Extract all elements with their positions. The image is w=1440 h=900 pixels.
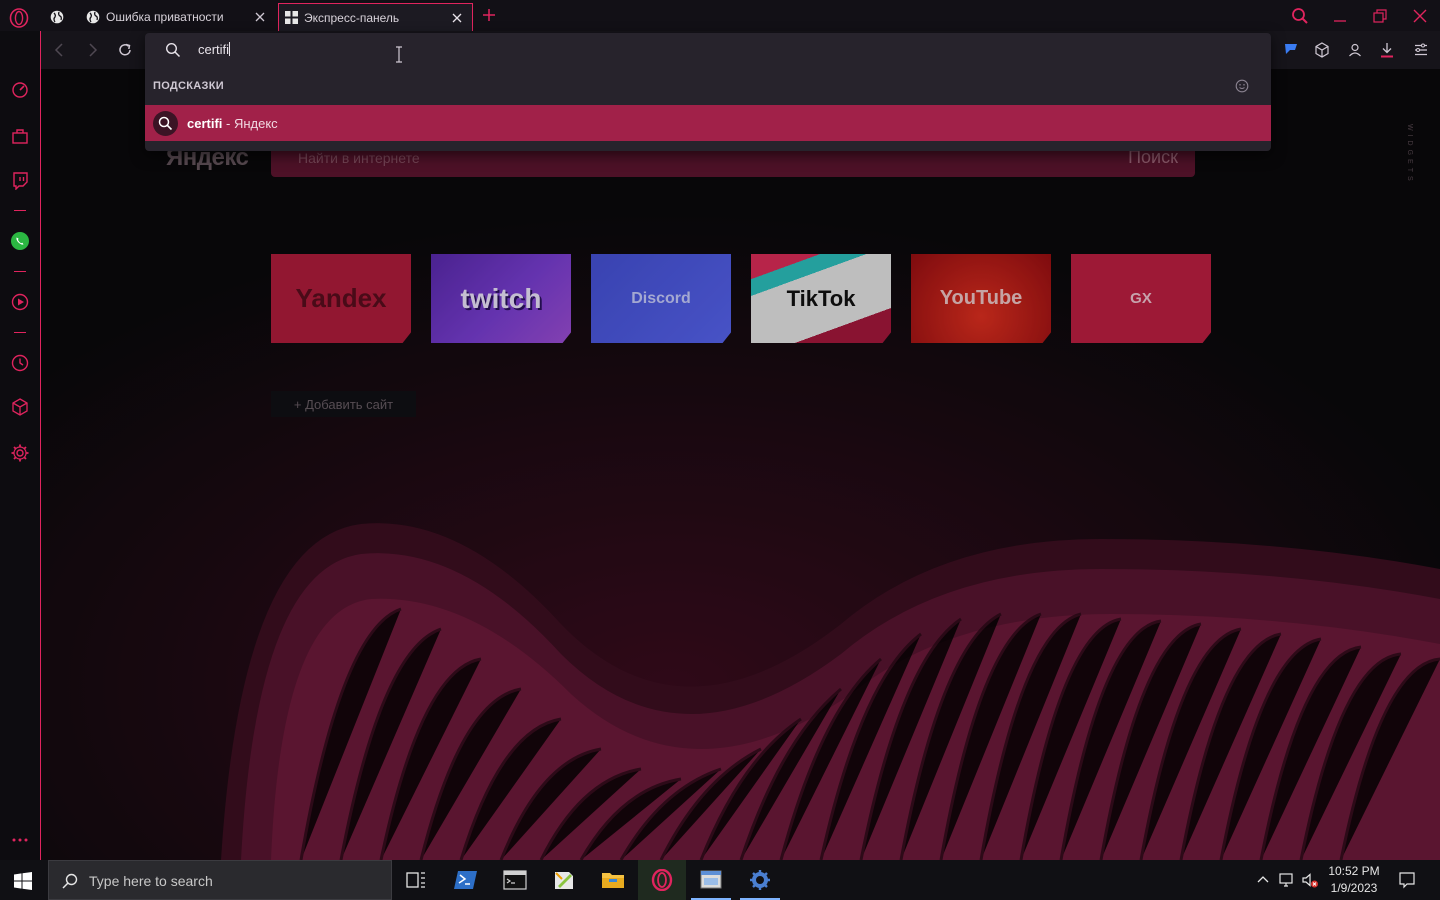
- tab-title: Экспресс-панель: [304, 10, 400, 25]
- speed-dial-page: Яндекс Найти в интернете Поиск WIDGETS Y…: [41, 69, 1440, 860]
- address-input[interactable]: certifi: [145, 33, 1271, 69]
- reload-icon[interactable]: [116, 41, 134, 59]
- speed-dial-tiktok[interactable]: TikTok: [751, 254, 891, 343]
- sidebar-separator: [14, 332, 26, 333]
- gx-control-icon[interactable]: [10, 80, 30, 100]
- taskbar-file-explorer[interactable]: [589, 860, 637, 900]
- widgets-label[interactable]: WIDGETS: [1399, 124, 1413, 224]
- suggestion-source: - Яндекс: [222, 116, 278, 131]
- taskbar-search-box[interactable]: Type here to search: [48, 860, 392, 900]
- search-icon: [158, 116, 173, 131]
- taskbar-settings[interactable]: [736, 860, 784, 900]
- download-icon[interactable]: [1378, 41, 1396, 59]
- tab-privacy-error[interactable]: Ошибка приватности: [80, 3, 275, 31]
- settings-gear-icon: [750, 870, 770, 890]
- history-icon[interactable]: [10, 353, 30, 373]
- powershell-icon: [454, 871, 477, 889]
- speed-dial-twitch[interactable]: twitch: [431, 254, 571, 343]
- twitch-icon[interactable]: [10, 170, 30, 190]
- opera-gx-icon: [651, 869, 673, 891]
- back-icon[interactable]: [51, 41, 69, 59]
- globe-icon: [86, 10, 100, 24]
- clock-time: 10:52 PM: [1328, 864, 1380, 878]
- close-tab-icon[interactable]: [450, 11, 464, 25]
- sidebar-separator: [14, 210, 26, 211]
- speed-dial-label: Discord: [631, 289, 691, 307]
- wallpaper-wave: [41, 69, 1440, 860]
- speed-dial-yandex[interactable]: Yandex: [271, 254, 411, 343]
- tab-title: Ошибка приватности: [106, 10, 224, 24]
- address-input-text: certifi: [198, 42, 231, 57]
- taskbar-terminal[interactable]: [491, 860, 539, 900]
- extensions-cube-icon[interactable]: [10, 397, 30, 417]
- search-icon: [165, 42, 181, 58]
- speed-dial-label: Yandex: [295, 283, 387, 313]
- taskbar-clock[interactable]: 10:52 PM 1/9/2023: [1322, 863, 1386, 897]
- speed-dial-label: YouTube: [939, 287, 1023, 309]
- suggestion-item[interactable]: certifi - Яндекс: [145, 105, 1271, 141]
- speed-dial-label: twitch: [460, 282, 542, 314]
- sidebar-separator: [14, 271, 26, 272]
- easy-setup-icon[interactable]: [1412, 41, 1430, 59]
- add-site-button[interactable]: + Добавить сайт: [271, 391, 416, 417]
- search-tabs-icon[interactable]: [1290, 6, 1310, 26]
- close-window-icon[interactable]: [1410, 6, 1430, 26]
- windows-start-icon[interactable]: [14, 872, 32, 890]
- volume-muted-icon[interactable]: [1301, 871, 1319, 889]
- minimize-icon[interactable]: [1330, 6, 1350, 26]
- search-icon: [62, 873, 78, 889]
- task-view-button[interactable]: [392, 860, 440, 900]
- taskbar-window-manager[interactable]: [687, 860, 735, 900]
- forward-icon[interactable]: [83, 41, 101, 59]
- suggestions-header: ПОДСКАЗКИ: [153, 80, 224, 92]
- player-icon[interactable]: [10, 292, 30, 312]
- tab-bar: Ошибка приватности Экспресс-панель: [0, 0, 1440, 31]
- speed-dial-label: TikTok: [786, 285, 856, 311]
- speed-dial-discord[interactable]: Discord: [591, 254, 731, 343]
- speed-dial-label: GX: [1130, 290, 1152, 307]
- notifications-icon[interactable]: [1398, 871, 1416, 889]
- chevron-up-icon[interactable]: [1254, 871, 1272, 889]
- new-tab-icon[interactable]: [480, 6, 498, 24]
- whatsapp-icon[interactable]: [10, 231, 30, 251]
- omnibox-dropdown: certifi ПОДСКАЗКИ certifi - Яндекс: [145, 33, 1271, 151]
- ibeam-cursor-icon: [396, 46, 402, 63]
- settings-gear-icon[interactable]: [10, 443, 30, 463]
- taskbar-notepad-plus[interactable]: [540, 860, 588, 900]
- cube-icon[interactable]: [1313, 41, 1331, 59]
- profile-icon[interactable]: [1346, 41, 1364, 59]
- speed-dial-gx-store[interactable]: GX: [1071, 254, 1211, 343]
- smiley-icon[interactable]: [1235, 79, 1249, 93]
- speed-dial-youtube[interactable]: YouTube: [911, 254, 1051, 343]
- taskbar-opera-gx[interactable]: [638, 860, 686, 900]
- clock-date: 1/9/2023: [1330, 881, 1378, 895]
- grid-icon: [285, 11, 298, 24]
- bag-icon[interactable]: [10, 126, 30, 146]
- task-view-icon: [406, 872, 425, 888]
- suggestion-query: certifi: [187, 116, 223, 131]
- text-caret: [229, 42, 231, 56]
- more-dots-icon[interactable]: [10, 830, 30, 850]
- tab-pinned[interactable]: [45, 3, 75, 31]
- sidebar: [0, 31, 41, 860]
- close-tab-icon[interactable]: [253, 10, 267, 24]
- suggestion-icon-wrap: [153, 111, 178, 136]
- suggestion-text: certifi - Яндекс: [187, 116, 278, 131]
- notepad-plus-icon: [555, 872, 573, 889]
- address-query: certifi: [198, 42, 230, 57]
- globe-icon: [50, 10, 64, 24]
- window-app-icon: [700, 870, 722, 889]
- tab-speed-dial[interactable]: Экспресс-панель: [278, 3, 473, 31]
- yandex-search-placeholder: Найти в интернете: [298, 150, 420, 166]
- network-icon[interactable]: [1278, 871, 1296, 889]
- folder-icon: [602, 873, 624, 888]
- taskbar-powershell[interactable]: [442, 860, 490, 900]
- terminal-icon: [503, 870, 527, 890]
- flow-icon[interactable]: [1282, 41, 1300, 59]
- taskbar-search-placeholder: Type here to search: [89, 873, 213, 889]
- windows-taskbar: Type here to search 10:52 PM 1/9/2023: [0, 860, 1440, 900]
- restore-icon[interactable]: [1370, 6, 1390, 26]
- opera-logo-icon[interactable]: [9, 8, 29, 28]
